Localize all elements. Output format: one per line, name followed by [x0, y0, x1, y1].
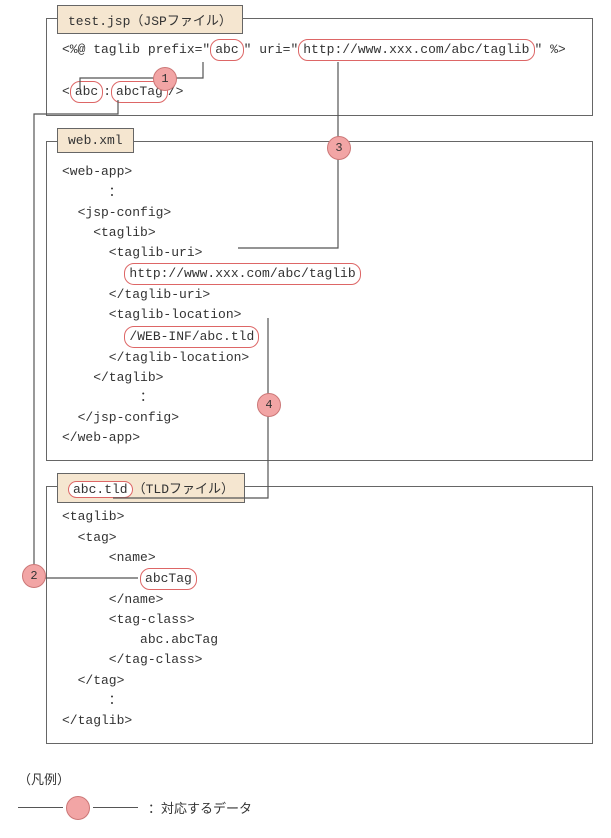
tld-tagname: abcTag — [140, 568, 197, 590]
legend-label: ：対応するデータ — [148, 798, 252, 817]
web-uri: http://www.xxx.com/abc/taglib — [124, 263, 360, 285]
tld-title: abc.tld（TLDファイル） — [57, 473, 245, 503]
webxml-body: <web-app> ： <jsp-config> <taglib> <tagli… — [47, 142, 592, 460]
marker-2: 2 — [22, 564, 46, 588]
marker-4: 4 — [257, 393, 281, 417]
legend-item: ：対応するデータ — [18, 796, 593, 820]
tld-file-box: abc.tld（TLDファイル） <taglib> <tag> <name> a… — [46, 486, 593, 744]
legend: （凡例） ：対応するデータ — [18, 769, 593, 820]
tld-body: <taglib> <tag> <name> abcTag </name> <ta… — [47, 487, 592, 743]
jsp-prefix: abc — [210, 39, 243, 61]
jsp-file-box: test.jsp（JSPファイル） <%@ taglib prefix="abc… — [46, 18, 593, 116]
marker-1: 1 — [153, 67, 177, 91]
tld-filename: abc.tld — [68, 481, 133, 498]
jsp-uri: http://www.xxx.com/abc/taglib — [298, 39, 534, 61]
webxml-file-box: web.xml <web-app> ： <jsp-config> <taglib… — [46, 141, 593, 461]
jsp-title: test.jsp（JSPファイル） — [57, 5, 243, 34]
web-location: /WEB-INF/abc.tld — [124, 326, 259, 348]
legend-title: （凡例） — [18, 769, 593, 788]
marker-3: 3 — [327, 136, 351, 160]
legend-marker-icon — [66, 796, 90, 820]
webxml-title: web.xml — [57, 128, 134, 153]
jsp-tag-prefix: abc — [70, 81, 103, 103]
